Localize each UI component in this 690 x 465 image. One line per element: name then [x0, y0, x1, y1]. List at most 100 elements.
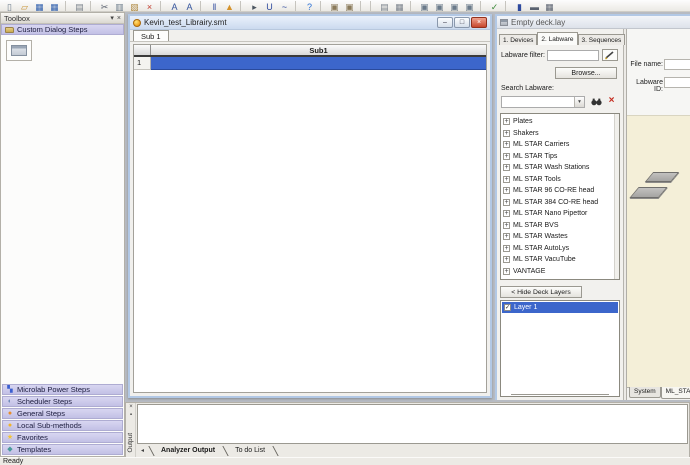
- deck-plate[interactable]: [629, 187, 667, 198]
- cascade-icon[interactable]: ▣: [447, 0, 462, 12]
- delete-icon[interactable]: ×: [142, 0, 157, 12]
- deck-tab-system[interactable]: System: [629, 387, 661, 398]
- tree-item-ml-star-bvs[interactable]: +ML STAR BVS: [503, 220, 619, 232]
- expand-icon[interactable]: +: [503, 153, 510, 160]
- tab-2-labware[interactable]: 2. Labware: [537, 32, 577, 45]
- tree-item-ml-star-autolys[interactable]: +ML STAR AutoLys: [503, 243, 619, 255]
- custom-dialog-tool-button[interactable]: [6, 40, 32, 61]
- new-file-icon[interactable]: ▯: [2, 0, 17, 12]
- toolbox-group-custom-dialog-steps[interactable]: Custom Dialog Steps: [1, 24, 124, 35]
- layer-row[interactable]: ✓Layer 1: [502, 302, 618, 313]
- search-labware-combobox[interactable]: ▾: [501, 96, 585, 108]
- deck-plate[interactable]: [645, 172, 679, 182]
- deck-window-titlebar[interactable]: Empty deck.lay: [497, 16, 690, 29]
- stop-icon[interactable]: U: [262, 0, 277, 12]
- toolbox-collapse-icon[interactable]: ▾: [110, 14, 114, 23]
- expand-icon[interactable]: +: [503, 210, 510, 217]
- expand-icon[interactable]: +: [503, 118, 510, 125]
- grid-column-header[interactable]: Sub1: [151, 45, 486, 55]
- tree-item-ml-star-96-co-re-head[interactable]: +ML STAR 96 CO-RE head: [503, 185, 619, 197]
- view-layout-icon[interactable]: ▣: [342, 0, 357, 12]
- tree-item-ml-star-384-co-re-head[interactable]: +ML STAR 384 CO-RE head: [503, 197, 619, 209]
- checkbox-icon[interactable]: ✓: [504, 304, 511, 311]
- clear-search-icon[interactable]: ×: [605, 95, 618, 107]
- grid-row-number[interactable]: 1: [134, 57, 151, 70]
- tree-item-ml-star-wastes[interactable]: +ML STAR Wastes: [503, 231, 619, 243]
- paste-icon[interactable]: ▧: [127, 0, 142, 12]
- hide-deck-layers-button[interactable]: < Hide Deck Layers: [500, 286, 582, 298]
- tree-item-shakers[interactable]: +Shakers: [503, 128, 619, 140]
- file-name-field[interactable]: [664, 59, 690, 70]
- toolbox-group-local-sub-methods[interactable]: ●Local Sub-methods: [2, 420, 123, 431]
- tree-item-ml-star-tools[interactable]: +ML STAR Tools: [503, 174, 619, 186]
- toolbox-group-microlab-power-steps[interactable]: ▚Microlab Power Steps: [2, 384, 123, 395]
- grid-selected-cell[interactable]: [151, 57, 486, 70]
- deck-view[interactable]: [627, 115, 690, 387]
- expand-icon[interactable]: +: [503, 176, 510, 183]
- tree-item-ml-star-carriers[interactable]: +ML STAR Carriers: [503, 139, 619, 151]
- close-all-icon[interactable]: ▣: [462, 0, 477, 12]
- toolbox-group-scheduler-steps[interactable]: ◐Scheduler Steps: [2, 396, 123, 407]
- cut-icon[interactable]: ✂: [97, 0, 112, 12]
- find-next-icon[interactable]: A: [182, 0, 197, 12]
- layers-slider[interactable]: [511, 394, 609, 396]
- step-icon[interactable]: ~: [277, 0, 292, 12]
- deck-tab-ml-star[interactable]: ML_STAR: [661, 387, 690, 399]
- expand-icon[interactable]: +: [503, 187, 510, 194]
- toolbox-close-icon[interactable]: ×: [117, 14, 121, 23]
- run-icon[interactable]: ▸: [247, 0, 262, 12]
- output-pin-icon[interactable]: ▪: [127, 412, 135, 419]
- minimize-button[interactable]: –: [437, 17, 453, 28]
- instrument-view-icon[interactable]: ▮: [512, 0, 527, 12]
- tree-item-ml-star-wash-stations[interactable]: +ML STAR Wash Stations: [503, 162, 619, 174]
- tab-1-devices[interactable]: 1. Devices: [499, 34, 537, 45]
- pause-icon[interactable]: ‖: [207, 0, 222, 12]
- tree-item-ml-star-tips[interactable]: +ML STAR Tips: [503, 151, 619, 163]
- expand-icon[interactable]: +: [503, 199, 510, 206]
- save-icon[interactable]: ▦: [32, 0, 47, 12]
- close-button[interactable]: ×: [471, 17, 487, 28]
- save-all-icon[interactable]: ▦: [47, 0, 62, 12]
- export-icon[interactable]: ▤: [377, 0, 392, 12]
- expand-icon[interactable]: +: [503, 222, 510, 229]
- tile-horizontal-icon[interactable]: ▣: [417, 0, 432, 12]
- output-tab-to-do-list[interactable]: To do List: [229, 447, 271, 454]
- labware-view-icon[interactable]: ▬: [527, 0, 542, 12]
- tree-item-ml-star-nano-pipettor[interactable]: +ML STAR Nano Pipettor: [503, 208, 619, 220]
- help-icon[interactable]: ?: [302, 0, 317, 12]
- check-method-icon[interactable]: ✓: [487, 0, 502, 12]
- toolbox-group-favorites[interactable]: ★Favorites: [2, 432, 123, 443]
- method-window-titlebar[interactable]: Kevin_test_Librairy.smt – □ ×: [130, 16, 490, 30]
- table-view-icon[interactable]: ▦: [542, 0, 557, 12]
- copy-icon[interactable]: ▥: [112, 0, 127, 12]
- open-file-icon[interactable]: ▱: [17, 0, 32, 12]
- view-method-icon[interactable]: ▣: [327, 0, 342, 12]
- output-close-icon[interactable]: ×: [127, 404, 135, 411]
- labware-id-field[interactable]: [664, 77, 690, 88]
- find-icon[interactable]: A: [167, 0, 182, 12]
- tab-3-sequences[interactable]: 3. Sequences: [578, 34, 626, 45]
- analyzer-output-view[interactable]: [137, 404, 688, 444]
- labware-filter-input[interactable]: [547, 50, 599, 61]
- tree-scrollbar[interactable]: [614, 114, 619, 279]
- toolbox-group-templates[interactable]: ◆Templates: [2, 444, 123, 455]
- breakpoint-icon[interactable]: ▲: [222, 0, 237, 12]
- tree-item-plates[interactable]: +Plates: [503, 116, 619, 128]
- grid-icon[interactable]: ▦: [392, 0, 407, 12]
- expand-icon[interactable]: +: [503, 164, 510, 171]
- grid-corner-cell[interactable]: [134, 45, 151, 55]
- toolbox-group-general-steps[interactable]: ●General Steps: [2, 408, 123, 419]
- chevron-down-icon[interactable]: ▾: [574, 97, 584, 107]
- restore-button[interactable]: □: [454, 17, 470, 28]
- tile-vertical-icon[interactable]: ▣: [432, 0, 447, 12]
- tab-sub1[interactable]: Sub 1: [133, 30, 169, 41]
- expand-icon[interactable]: +: [503, 245, 510, 252]
- expand-icon[interactable]: +: [503, 141, 510, 148]
- expand-icon[interactable]: +: [503, 268, 510, 275]
- edit-filter-button[interactable]: [602, 49, 618, 61]
- expand-icon[interactable]: +: [503, 130, 510, 137]
- output-tab-analyzer-output[interactable]: Analyzer Output: [155, 447, 221, 454]
- expand-icon[interactable]: +: [503, 256, 510, 263]
- tree-item-vantage[interactable]: +VANTAGE: [503, 266, 619, 278]
- expand-icon[interactable]: +: [503, 233, 510, 240]
